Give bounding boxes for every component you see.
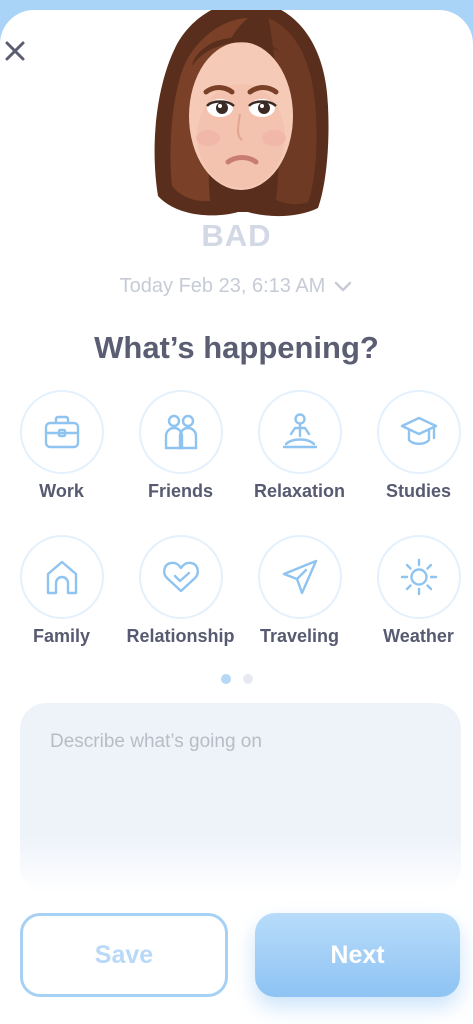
friends-icon bbox=[164, 414, 197, 450]
category-label: Traveling bbox=[259, 626, 340, 646]
mood-entry-sheet: BAD Today Feb 23, 6:13 AM What’s happeni… bbox=[0, 10, 473, 1024]
category-family[interactable]: Family bbox=[2, 535, 121, 647]
mood-label: BAD bbox=[201, 218, 272, 253]
category-label: Relationship bbox=[126, 626, 235, 646]
category-label: Work bbox=[39, 481, 84, 501]
date-selector[interactable]: Today Feb 23, 6:13 AM bbox=[0, 275, 473, 298]
category-icon-circle bbox=[138, 535, 223, 619]
category-icon-circle bbox=[19, 390, 104, 474]
close-icon bbox=[5, 41, 25, 61]
close-button[interactable] bbox=[0, 36, 30, 66]
sun-icon bbox=[400, 558, 437, 596]
date-text: Today Feb 23, 6:13 AM bbox=[119, 275, 326, 297]
category-icon-circle bbox=[257, 390, 342, 474]
category-relaxation[interactable]: Relaxation bbox=[240, 390, 359, 502]
page-dot-active[interactable] bbox=[220, 674, 231, 684]
category-icon-circle bbox=[257, 535, 342, 619]
category-icon-circle bbox=[376, 535, 461, 619]
description-input[interactable] bbox=[50, 731, 431, 865]
graduation-cap-icon bbox=[400, 416, 437, 445]
page-indicator bbox=[0, 674, 473, 684]
category-grid: Work Friends Relaxation Studies Family R… bbox=[2, 390, 473, 647]
home-icon bbox=[46, 560, 77, 595]
page-dot[interactable] bbox=[242, 674, 253, 684]
heart-icon bbox=[162, 561, 199, 593]
next-button[interactable]: Next bbox=[255, 913, 460, 997]
category-label: Relaxation bbox=[253, 481, 346, 501]
meditation-icon bbox=[282, 413, 317, 449]
category-label: Family bbox=[32, 626, 91, 646]
category-label: Studies bbox=[385, 481, 451, 501]
category-work[interactable]: Work bbox=[2, 390, 121, 502]
category-icon-circle bbox=[138, 390, 223, 474]
save-button[interactable]: Save bbox=[20, 913, 228, 997]
briefcase-icon bbox=[44, 415, 79, 449]
category-relationship[interactable]: Relationship bbox=[121, 535, 240, 647]
category-label: Friends bbox=[147, 481, 213, 501]
sad-avatar-image bbox=[154, 10, 329, 217]
page-title: What’s happening? bbox=[94, 330, 379, 365]
category-weather[interactable]: Weather bbox=[359, 535, 473, 647]
category-friends[interactable]: Friends bbox=[121, 390, 240, 502]
category-studies[interactable]: Studies bbox=[359, 390, 473, 502]
category-icon-circle bbox=[19, 535, 104, 619]
category-icon-circle bbox=[376, 390, 461, 474]
chevron-down-icon bbox=[335, 281, 352, 291]
description-box[interactable] bbox=[20, 703, 461, 893]
category-label: Weather bbox=[383, 626, 454, 646]
category-traveling[interactable]: Traveling bbox=[240, 535, 359, 647]
paper-plane-icon bbox=[282, 559, 317, 595]
